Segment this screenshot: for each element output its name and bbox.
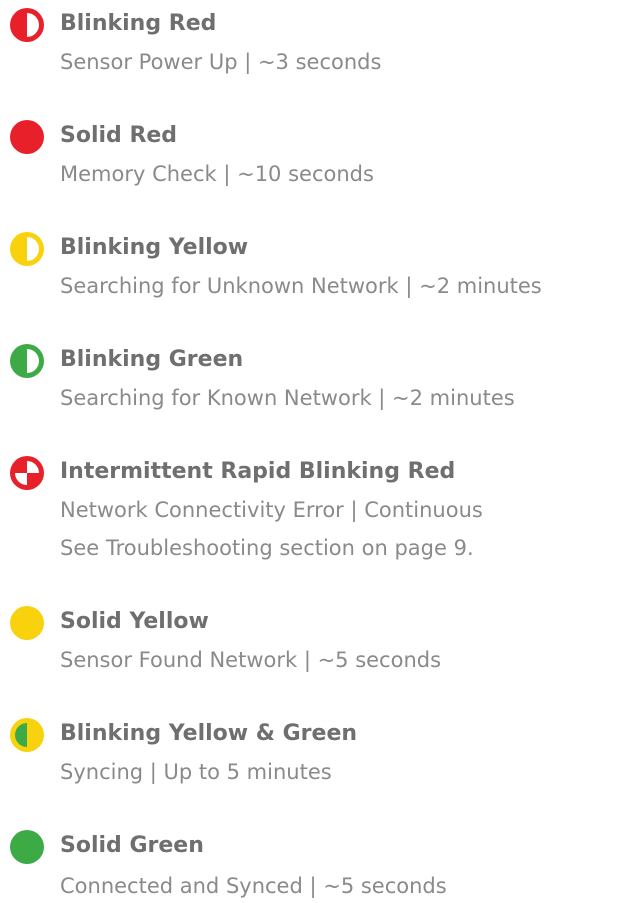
blinking-green-icon: [10, 344, 44, 378]
status-title: Blinking Green: [60, 347, 244, 372]
status-title: Blinking Yellow & Green: [60, 721, 358, 746]
status-description: Sensor Found Network | ~5 seconds: [60, 648, 442, 672]
solid-red-icon: [10, 120, 44, 154]
rapid-blinking-red-icon: [10, 456, 44, 490]
status-description: Network Connectivity Error | Continuous: [60, 498, 483, 522]
status-description: Searching for Unknown Network | ~2 minut…: [60, 274, 542, 298]
status-description: Searching for Known Network | ~2 minutes: [60, 386, 515, 410]
blinking-yellow-green-icon: [10, 718, 44, 752]
blinking-red-icon: [10, 8, 44, 42]
status-title: Solid Yellow: [60, 609, 209, 634]
status-note: See Troubleshooting section on page 9.: [60, 536, 474, 560]
status-description: Sensor Power Up | ~3 seconds: [60, 50, 382, 74]
status-description: Memory Check | ~10 seconds: [60, 162, 374, 186]
status-description: Syncing | Up to 5 minutes: [60, 760, 332, 784]
status-title: Solid Green: [60, 833, 204, 858]
status-title: Blinking Red: [60, 11, 217, 36]
solid-yellow-icon: [10, 606, 44, 640]
status-title: Blinking Yellow: [60, 235, 249, 260]
status-title: Solid Red: [60, 123, 178, 148]
solid-green-icon: [10, 830, 44, 864]
status-title: Intermittent Rapid Blinking Red: [60, 459, 456, 484]
status-description: Connected and Synced | ~5 seconds: [60, 874, 447, 898]
blinking-yellow-icon: [10, 232, 44, 266]
